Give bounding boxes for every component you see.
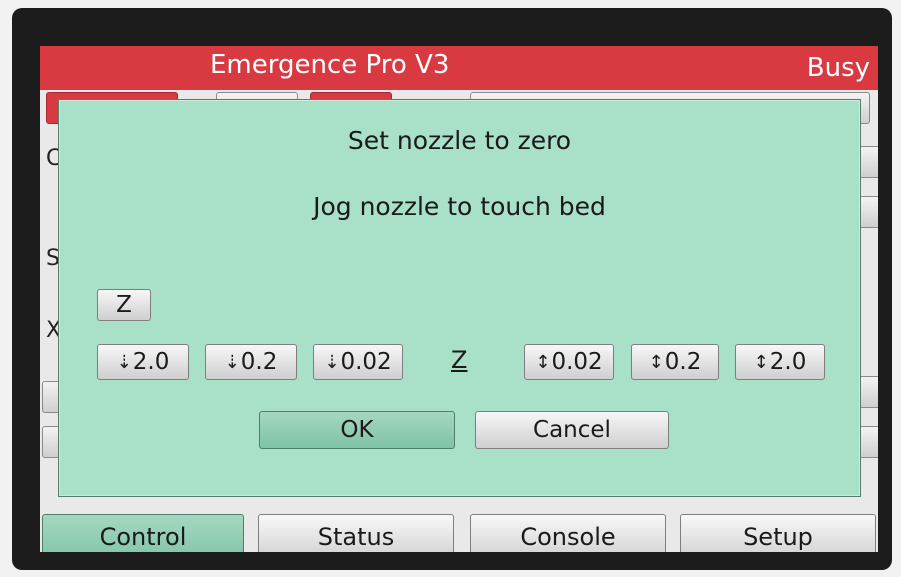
jog-arrows-icon: ⇣ xyxy=(116,351,132,373)
dialog-title: Set nozzle to zero xyxy=(347,126,572,155)
tab-console[interactable]: Console xyxy=(470,514,666,552)
jog-arrows-icon: ⇣ xyxy=(324,351,340,373)
jog-step-label: 2.0 xyxy=(132,349,170,375)
app-title: Emergence Pro V3 xyxy=(210,50,450,80)
jog-up-0-02-button[interactable]: ↕ 0.02 xyxy=(524,344,614,380)
axis-label: Z xyxy=(451,346,468,374)
jog-step-label: 0.02 xyxy=(551,349,603,375)
dialog-instruction: Jog nozzle to touch bed xyxy=(313,192,606,221)
cancel-button[interactable]: Cancel xyxy=(475,411,669,449)
jog-arrows-icon: ↕ xyxy=(535,351,551,373)
jog-down-0-02-button[interactable]: ⇣ 0.02 xyxy=(313,344,403,380)
jog-arrows-icon: ↕ xyxy=(648,351,664,373)
jog-up-2-0-button[interactable]: ↕ 2.0 xyxy=(735,344,825,380)
touch-screen: Emergence Pro V3 Busy C S X Set nozzle t… xyxy=(40,46,878,552)
axis-select-button[interactable]: Z xyxy=(97,289,151,321)
set-nozzle-zero-dialog: Set nozzle to zero Jog nozzle to touch b… xyxy=(58,99,861,497)
status-indicator: Busy xyxy=(806,53,870,83)
tab-control[interactable]: Control xyxy=(42,514,244,552)
jog-down-0-2-button[interactable]: ⇣ 0.2 xyxy=(205,344,297,380)
title-bar: Emergence Pro V3 Busy xyxy=(40,46,878,90)
jog-step-label: 0.2 xyxy=(240,349,278,375)
tab-status[interactable]: Status xyxy=(258,514,454,552)
tab-setup[interactable]: Setup xyxy=(680,514,876,552)
jog-arrows-icon: ⇣ xyxy=(224,351,240,373)
background-button xyxy=(858,146,878,178)
jog-step-label: 2.0 xyxy=(769,349,807,375)
jog-arrows-icon: ↕ xyxy=(753,351,769,373)
ok-button[interactable]: OK xyxy=(259,411,455,449)
jog-up-0-2-button[interactable]: ↕ 0.2 xyxy=(631,344,719,380)
jog-down-2-0-button[interactable]: ⇣ 2.0 xyxy=(97,344,189,380)
background-button xyxy=(858,376,878,408)
background-button xyxy=(858,196,878,228)
jog-step-label: 0.2 xyxy=(664,349,702,375)
jog-step-label: 0.02 xyxy=(340,349,392,375)
background-button xyxy=(858,426,878,458)
